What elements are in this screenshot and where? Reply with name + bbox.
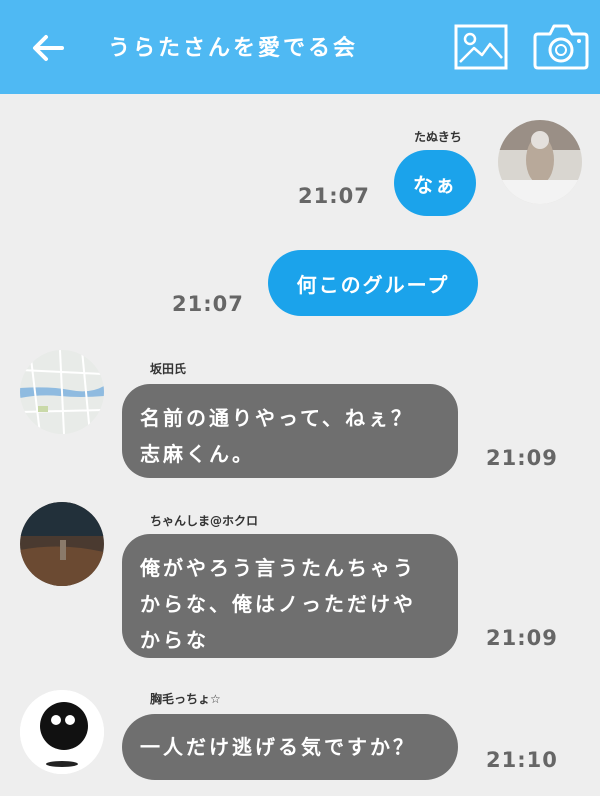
avatar-tanukichi[interactable] bbox=[498, 120, 582, 204]
avatar-munege-image bbox=[20, 690, 104, 774]
avatar-munege[interactable] bbox=[20, 690, 104, 774]
message-bubble[interactable]: 一人だけ逃げる気ですか？ bbox=[122, 714, 458, 780]
message-bubble[interactable]: 名前の通りやって、ねぇ？ 志麻くん。 bbox=[122, 384, 458, 478]
message-time: 21:07 bbox=[172, 292, 244, 316]
message-time: 21:09 bbox=[486, 446, 558, 470]
sender-name: 胸毛っちょ☆ bbox=[150, 692, 221, 706]
message-bubble[interactable]: なぁ bbox=[394, 150, 476, 216]
chat-header: うらたさんを愛でる会 bbox=[0, 0, 600, 94]
message-time: 21:10 bbox=[486, 748, 558, 772]
avatar-chanshima[interactable] bbox=[20, 502, 104, 586]
avatar-sakata[interactable] bbox=[20, 350, 104, 434]
camera-icon[interactable] bbox=[532, 20, 590, 72]
image-icon[interactable] bbox=[454, 24, 508, 70]
avatar-sakata-image bbox=[20, 350, 104, 434]
chat-title: うらたさんを愛でる会 bbox=[108, 36, 359, 61]
message-time: 21:09 bbox=[486, 626, 558, 650]
avatar-chanshima-image bbox=[20, 502, 104, 586]
message-bubble[interactable]: 何このグループ bbox=[268, 250, 478, 316]
message-time: 21:07 bbox=[298, 184, 370, 208]
avatar-tanukichi-image bbox=[498, 120, 582, 204]
message-bubble[interactable]: 俺がやろう言うたんちゃう からな、俺はノっただけや からな bbox=[122, 534, 458, 658]
sender-name: ちゃんしま@ホクロ bbox=[150, 514, 259, 528]
arrow-left-icon[interactable] bbox=[28, 28, 68, 68]
sender-name: たぬきち bbox=[414, 130, 462, 144]
sender-name: 坂田氏 bbox=[150, 362, 187, 376]
